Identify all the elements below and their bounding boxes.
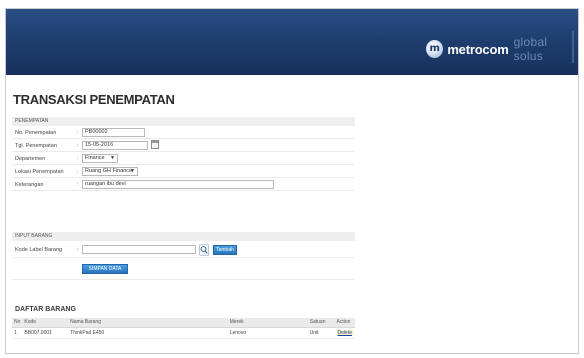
col-kode: Kode	[22, 318, 69, 328]
col-merek: Merek	[227, 318, 308, 328]
tgl-penempatan-row: Tgl. Penempatan : 15-05-2016	[12, 139, 355, 152]
tgl-penempatan-label: Tgl. Penempatan	[15, 143, 57, 149]
colon: :	[77, 130, 79, 136]
colon: :	[77, 169, 79, 175]
metrocom-logo-icon: m	[426, 40, 444, 58]
lokasi-label: Lokasi Penempatan	[15, 169, 64, 175]
logo-glyph: m	[429, 43, 440, 54]
brand-tagline: global solus	[513, 35, 548, 63]
no-penempatan-row: No. Penempatan : PB00002	[12, 126, 355, 139]
cell-nama-barang: ThinkPad E450	[68, 327, 228, 339]
col-action: Action	[334, 318, 355, 328]
tgl-penempatan-field[interactable]: 15-05-2016	[82, 141, 148, 150]
page-title: TRANSAKSI PENEMPATAN	[13, 92, 175, 107]
cell-action: Delete	[334, 327, 355, 339]
penempatan-section: PENEMPATAN No. Penempatan : PB00002 Tgl.…	[12, 117, 355, 191]
kode-label-row: Kode Label Barang : Tambah	[12, 241, 355, 258]
daftar-barang-title: DAFTAR BARANG	[15, 306, 76, 313]
dropdown-arrow-icon: ▼	[110, 155, 115, 161]
colon: :	[77, 143, 79, 149]
tambah-button[interactable]: Tambah	[213, 245, 237, 255]
departemen-value: Finance	[85, 155, 105, 161]
header-banner: m metrocom global solus	[6, 9, 578, 75]
colon: :	[77, 156, 79, 162]
cell-kode: BB007.0001	[22, 327, 69, 339]
keterangan-field[interactable]: ruangan ibu devi	[82, 180, 274, 189]
kode-label-barang-label: Kode Label Barang	[15, 247, 63, 253]
delete-link[interactable]: Delete	[336, 329, 353, 336]
colon: :	[77, 247, 79, 253]
col-nama-barang: Nama Barang	[68, 318, 228, 328]
table-header-row: No Kode Nama Barang Merek Satuan Action	[12, 318, 355, 328]
kode-label-input[interactable]	[82, 245, 196, 254]
departemen-label: Departemen	[15, 156, 46, 162]
brand-name: metrocom	[447, 41, 509, 57]
penempatan-heading: PENEMPATAN	[12, 117, 355, 126]
search-icon[interactable]	[199, 244, 209, 256]
lokasi-select[interactable]: Ruang GH Finance ▼	[82, 167, 138, 176]
no-penempatan-field[interactable]: PB00002	[82, 128, 145, 137]
table-row: 1 BB007.0001 ThinkPad E450 Lenovo Unit D…	[12, 327, 355, 339]
header-divider	[572, 31, 574, 63]
lokasi-value: Ruang GH Finance	[85, 168, 133, 174]
daftar-barang-table: No Kode Nama Barang Merek Satuan Action …	[12, 318, 355, 339]
no-penempatan-label: No. Penempatan	[15, 130, 57, 136]
brand-logo[interactable]: m metrocom global solus	[426, 35, 578, 63]
departemen-row: Departemen : Finance ▼	[12, 152, 355, 165]
keterangan-row: Keterangan : ruangan ibu devi	[12, 178, 355, 191]
calendar-icon[interactable]	[151, 140, 159, 149]
save-row: SIMPAN DATA	[12, 258, 355, 280]
colon: :	[77, 182, 79, 188]
departemen-select[interactable]: Finance ▼	[82, 154, 118, 163]
input-barang-heading: INPUT BARANG	[12, 232, 355, 241]
simpan-data-button[interactable]: SIMPAN DATA	[82, 264, 128, 274]
cell-satuan: Unit	[307, 327, 335, 339]
col-no: No	[12, 318, 23, 328]
col-satuan: Satuan	[307, 318, 335, 328]
dropdown-arrow-icon: ▼	[130, 168, 135, 174]
cell-merek: Lenovo	[227, 327, 308, 339]
input-barang-section: INPUT BARANG Kode Label Barang : Tambah …	[12, 232, 355, 280]
keterangan-label: Keterangan	[15, 182, 44, 188]
cell-no: 1	[12, 327, 23, 339]
lokasi-row: Lokasi Penempatan : Ruang GH Finance ▼	[12, 165, 355, 178]
